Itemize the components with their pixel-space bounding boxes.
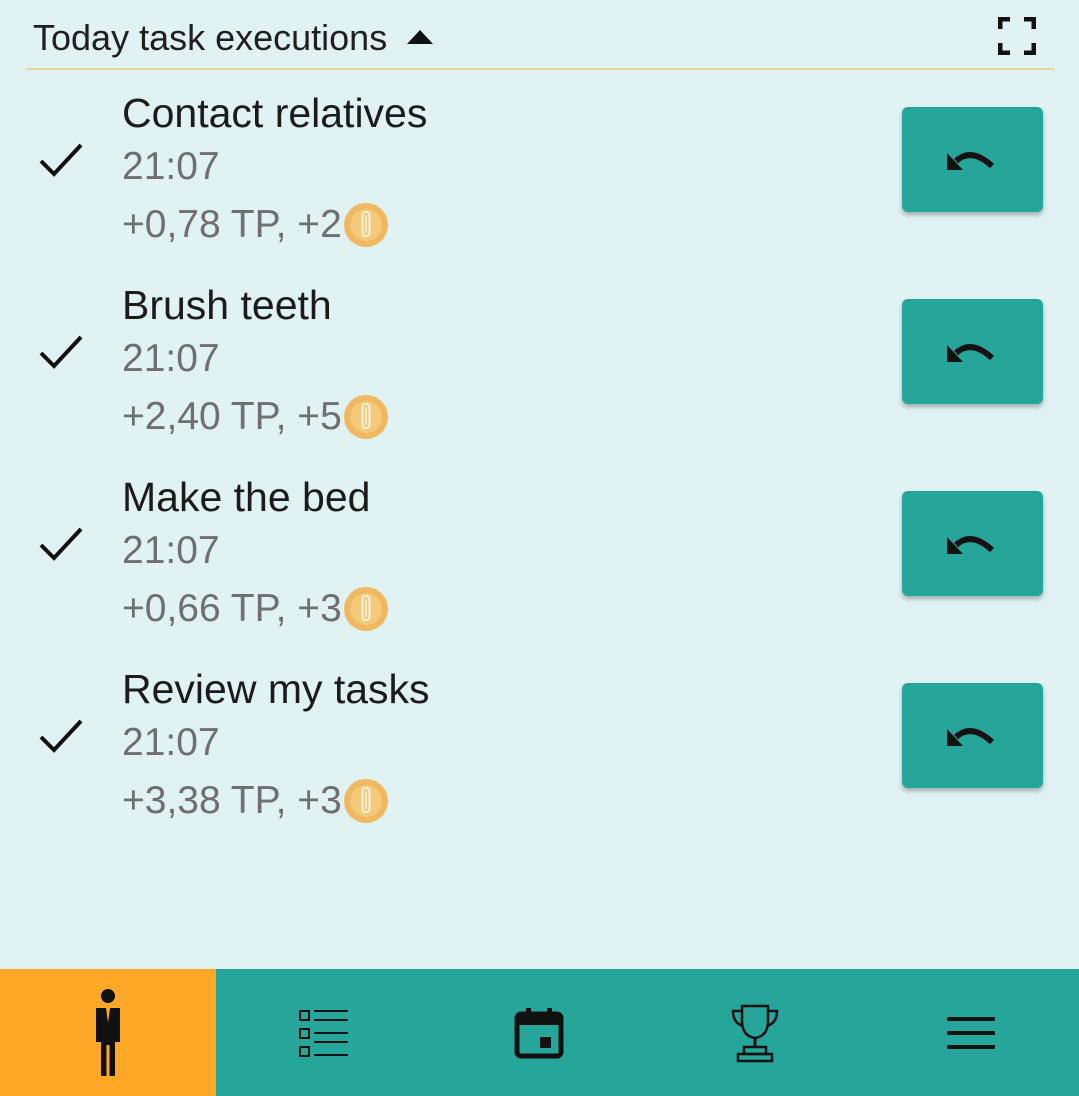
reward-text: +3,38 TP, +3 xyxy=(122,779,342,822)
coin-icon xyxy=(343,587,388,631)
task-title: Contact relatives xyxy=(122,90,428,136)
list-item: Contact relatives 21:07 +0,78 TP, +2 xyxy=(0,82,1079,274)
task-reward: +3,38 TP, +3 xyxy=(122,778,389,824)
list-item: Make the bed 21:07 +0,66 TP, +3 xyxy=(0,466,1079,658)
task-time: 21:07 xyxy=(122,145,220,188)
section-title[interactable]: Today task executions xyxy=(33,17,387,59)
fullscreen-icon[interactable] xyxy=(998,17,1036,55)
checkmark-icon xyxy=(39,527,83,561)
task-title: Review my tasks xyxy=(122,666,430,712)
coin-icon xyxy=(343,779,388,823)
task-time: 21:07 xyxy=(122,721,220,764)
nav-tab-achievements[interactable] xyxy=(647,969,863,1096)
checkmark-icon xyxy=(39,143,83,177)
menu-icon xyxy=(947,1016,996,1049)
undo-icon xyxy=(946,727,994,746)
nav-tab-tasks[interactable] xyxy=(216,969,432,1096)
task-reward: +2,40 TP, +5 xyxy=(122,394,389,440)
undo-button[interactable] xyxy=(902,299,1043,404)
task-time: 21:07 xyxy=(122,529,220,572)
person-icon xyxy=(95,988,120,1076)
task-reward: +0,78 TP, +2 xyxy=(122,202,389,248)
section-header: Today task executions xyxy=(26,0,1054,70)
undo-icon xyxy=(946,343,994,362)
checklist-icon xyxy=(298,1009,348,1057)
task-reward: +0,66 TP, +3 xyxy=(122,586,389,632)
nav-tab-calendar[interactable] xyxy=(432,969,648,1096)
bottom-navigation xyxy=(0,969,1079,1096)
reward-text: +0,66 TP, +3 xyxy=(122,587,342,630)
undo-button[interactable] xyxy=(902,107,1043,212)
undo-icon xyxy=(946,535,994,554)
task-title: Brush teeth xyxy=(122,282,332,328)
nav-tab-menu[interactable] xyxy=(863,969,1079,1096)
coin-icon xyxy=(343,395,388,439)
checkmark-icon xyxy=(39,335,83,369)
task-time: 21:07 xyxy=(122,337,220,380)
list-item: Brush teeth 21:07 +2,40 TP, +5 xyxy=(0,274,1079,466)
reward-text: +2,40 TP, +5 xyxy=(122,395,342,438)
undo-icon xyxy=(946,151,994,170)
list-item: Review my tasks 21:07 +3,38 TP, +3 xyxy=(0,658,1079,850)
reward-text: +0,78 TP, +2 xyxy=(122,203,342,246)
calendar-icon xyxy=(514,1007,564,1058)
nav-tab-profile[interactable] xyxy=(0,969,216,1096)
trophy-icon xyxy=(732,1004,779,1062)
caret-up-icon[interactable] xyxy=(407,30,434,44)
undo-button[interactable] xyxy=(902,491,1043,596)
coin-icon xyxy=(343,203,388,247)
task-execution-list: Contact relatives 21:07 +0,78 TP, +2 Bru… xyxy=(0,82,1079,850)
undo-button[interactable] xyxy=(902,683,1043,788)
checkmark-icon xyxy=(39,719,83,753)
task-title: Make the bed xyxy=(122,474,371,520)
